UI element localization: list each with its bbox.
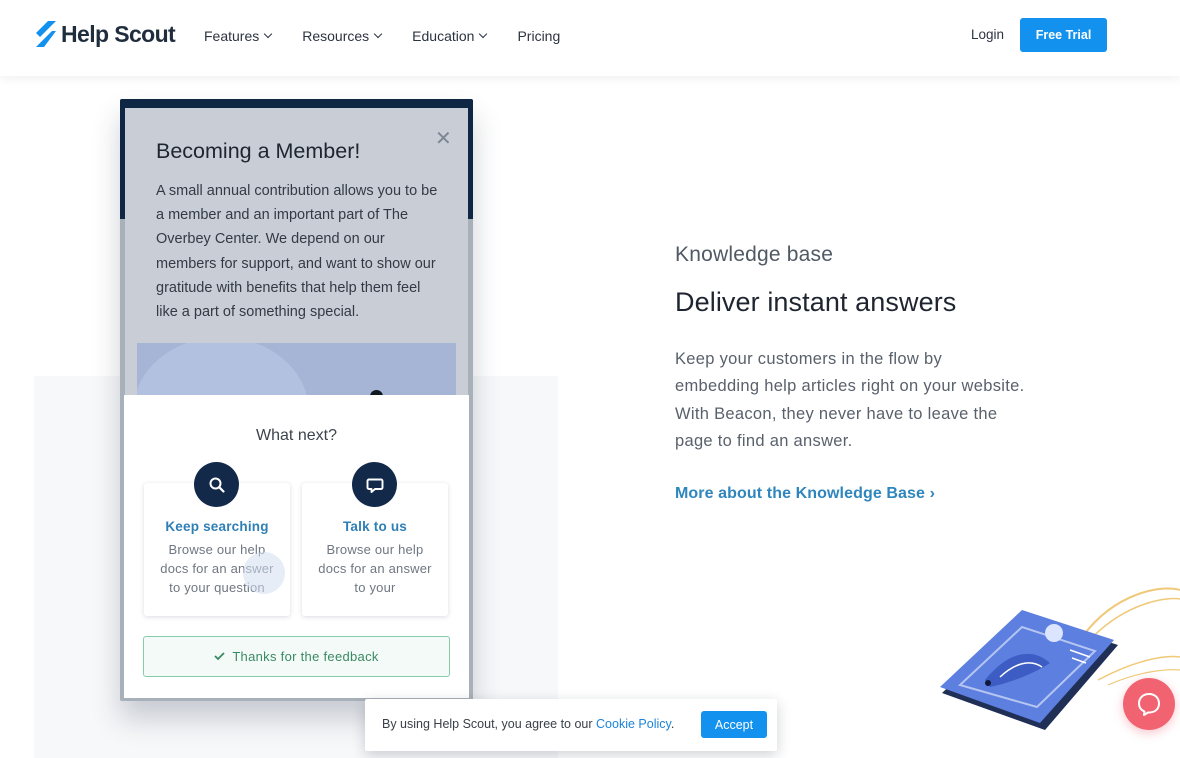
click-ripple (243, 552, 285, 594)
card-description: Browse our help docs for an answer to yo… (318, 542, 432, 595)
chat-launcher-button[interactable] (1123, 678, 1175, 730)
chat-launcher-icon (1138, 693, 1160, 716)
logo-text: Help Scout (61, 20, 176, 47)
card-title: Keep searching (165, 519, 269, 534)
cookie-text-prefix: By using Help Scout, you agree to our (382, 717, 597, 731)
search-icon (194, 462, 239, 507)
chevron-down-icon (479, 29, 488, 39)
logo[interactable]: Help Scout (34, 20, 176, 48)
card-title: Talk to us (342, 519, 407, 534)
nav-pricing[interactable]: Pricing (517, 26, 560, 46)
nav-resources-label: Resources (302, 28, 370, 44)
chevron-down-icon (373, 29, 383, 39)
chat-bubble-icon (352, 462, 397, 507)
feedback-confirmation: Thanks for the feedback (143, 636, 450, 677)
close-icon[interactable]: ✕ (435, 126, 452, 151)
section-eyebrow: Knowledge base (675, 243, 834, 266)
chevron-down-icon (264, 29, 273, 39)
nav-resources[interactable]: Resources (302, 26, 383, 46)
section-heading: Deliver instant answers (675, 287, 957, 317)
helpscout-logo-icon (36, 21, 56, 47)
cookie-text-suffix: . (670, 717, 675, 731)
site-header: Help Scout Features Resources Education … (0, 0, 1180, 76)
login-link[interactable]: Login (971, 27, 1004, 42)
cookie-text: By using Help Scout, you agree to our Co… (382, 717, 674, 731)
cookie-banner: By using Help Scout, you agree to our Co… (365, 699, 777, 751)
main-nav: Features Resources Education Pricing (204, 26, 591, 46)
nav-education[interactable]: Education (412, 26, 488, 46)
cookie-policy-link[interactable]: Cookie Policy (596, 717, 671, 731)
image-shape (137, 343, 309, 403)
modal-image (137, 343, 456, 403)
accept-cookies-button[interactable]: Accept (701, 711, 767, 738)
nav-pricing-label: Pricing (517, 28, 561, 44)
free-trial-button[interactable]: Free Trial (1020, 18, 1107, 52)
beacon-widget: What next? Keep searching Browse our hel… (124, 395, 469, 698)
nav-features-label: Features (204, 28, 260, 44)
knowledge-base-link[interactable]: More about the Knowledge Base › (675, 485, 935, 503)
nav-features[interactable]: Features (204, 26, 273, 46)
nav-education-label: Education (412, 28, 475, 44)
beacon-title: What next? (256, 427, 337, 444)
section-paragraph: Keep your customers in the flow by embed… (675, 350, 1025, 451)
modal-title: Becoming a Member! (156, 139, 361, 163)
modal-body: A small annual contribution allows you t… (156, 183, 438, 321)
check-icon (214, 652, 225, 660)
feedback-text: Thanks for the feedback (232, 649, 379, 664)
